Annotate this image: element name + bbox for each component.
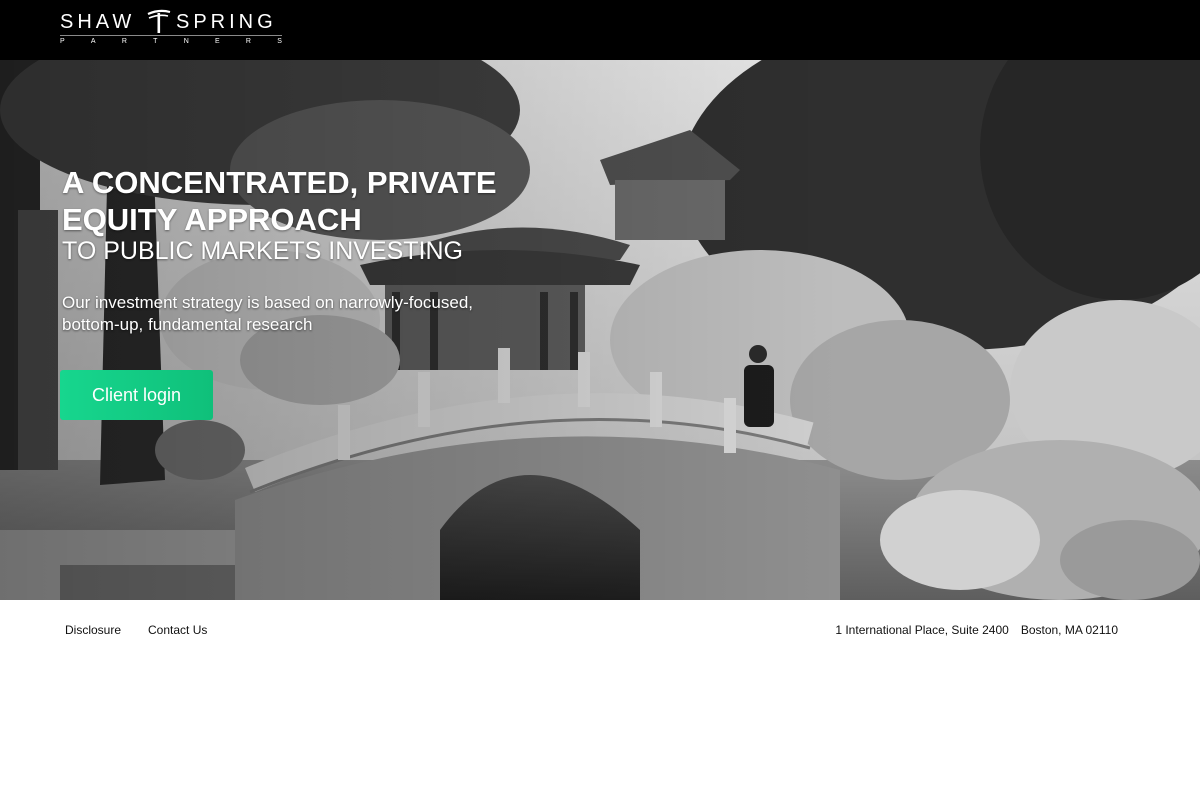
logo-subtitle-letter: N [183,38,189,45]
hero-subheadline: TO PUBLIC MARKETS INVESTING [62,237,464,265]
logo-word-spring: SPRING [176,11,277,33]
client-login-button[interactable]: Client login [60,370,213,420]
shaw-spring-logo[interactable]: SHAW SPRING P A R T N E R S [60,8,286,48]
office-address: 1 International Place, Suite 2400 Boston,… [835,622,1118,638]
hero-headline-line-2: EQUITY APPROACH [62,202,362,237]
logo-subtitle-letter: T [153,38,158,45]
site-header: SHAW SPRING P A R T N E R S [0,0,1200,60]
disclosure-link[interactable]: Disclosure [65,622,121,638]
tree-stake-icon [147,9,171,33]
hero-tagline: Our investment strategy is based on narr… [62,292,532,336]
hero-section: A CONCENTRATED, PRIVATE EQUITY APPROACH … [0,60,1200,600]
address-street: 1 International Place, Suite 2400 [835,623,1009,637]
logo-subtitle-letter: R [121,38,127,45]
hero-tagline-line-1: Our investment strategy is based on narr… [62,293,474,312]
logo-divider [60,35,282,36]
hero-headline: A CONCENTRATED, PRIVATE EQUITY APPROACH [62,164,542,238]
address-city: Boston, MA 02110 [1020,623,1118,637]
hero-headline-line-1: A CONCENTRATED, PRIVATE [62,165,497,200]
logo-subtitle-letter: S [277,38,282,45]
contact-us-link[interactable]: Contact Us [148,622,207,638]
logo-subtitle: P A R T N E R S [60,37,282,46]
logo-subtitle-letter: A [90,38,96,45]
site-footer: Disclosure Contact Us 1 International Pl… [0,600,1200,800]
logo-subtitle-letter: R [245,38,251,45]
hero-tagline-line-2: bottom-up, fundamental research [62,315,313,334]
logo-word-shaw: SHAW [60,11,136,33]
logo-subtitle-letter: P [60,38,65,45]
logo-subtitle-letter: E [215,38,220,45]
